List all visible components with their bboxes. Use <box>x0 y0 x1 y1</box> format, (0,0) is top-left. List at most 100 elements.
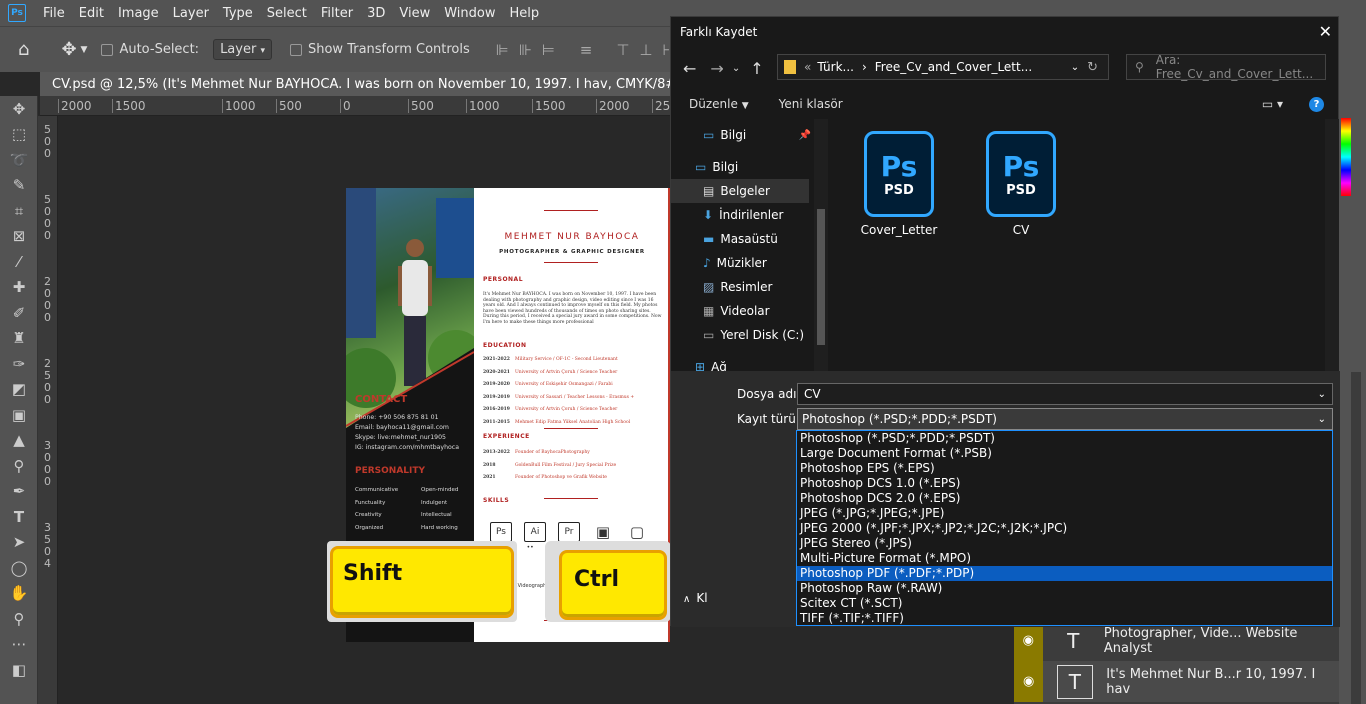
nav-item-desktop[interactable]: ▬ Masaüstü <box>671 227 811 251</box>
layer-select-dropdown[interactable]: Layer ▾ <box>213 39 272 60</box>
history-brush-icon[interactable]: ✑ <box>0 351 38 377</box>
pen-tool-icon[interactable]: ✒ <box>0 479 38 505</box>
menu-view[interactable]: View <box>392 6 437 21</box>
layer-row[interactable]: ◉ T It's Mehmet Nur B...r 10, 1997. I ha… <box>1014 661 1339 702</box>
healing-tool-icon[interactable]: ✚ <box>0 275 38 301</box>
vertical-ruler: 500 5000 2000 2500 3000 3504 <box>38 116 58 704</box>
menu-select[interactable]: Select <box>260 6 314 21</box>
layers-scrollbar[interactable] <box>1351 372 1361 704</box>
type-tool-icon[interactable]: T <box>0 504 38 530</box>
nav-item-videos[interactable]: ▦ Videolar <box>671 299 811 323</box>
menu-type[interactable]: Type <box>216 6 260 21</box>
menu-edit[interactable]: Edit <box>72 6 111 21</box>
menu-window[interactable]: Window <box>437 6 502 21</box>
filename-input[interactable]: CV ⌄ <box>797 383 1333 405</box>
align-icons[interactable]: ⊫⊪⊨ ≡ <box>496 41 603 59</box>
filetype-option[interactable]: Photoshop DCS 2.0 (*.EPS) <box>797 491 1332 506</box>
shape-tool-icon[interactable]: ◯ <box>0 555 38 581</box>
color-swatches-icon[interactable]: ◧ <box>0 657 38 683</box>
dialog-title: Farklı Kaydet <box>680 25 758 39</box>
brush-tool-icon[interactable]: ✐ <box>0 300 38 326</box>
chevron-down-icon[interactable]: ⌄ <box>1071 62 1079 73</box>
move-tool-icon[interactable]: ✥ <box>0 96 38 122</box>
view-options-icon[interactable]: ▭ ▾ <box>1262 97 1283 111</box>
forward-arrow-icon[interactable]: → <box>710 59 723 78</box>
menu-file[interactable]: File <box>36 6 72 21</box>
ctrl-key: Ctrl <box>559 550 667 620</box>
filetype-option[interactable]: Photoshop Raw (*.RAW) <box>797 581 1332 596</box>
nav-item-documents[interactable]: ▤ Belgeler <box>671 179 809 203</box>
document-tab[interactable]: CV.psd @ 12,5% (It's Mehmet Nur BAYHOCA.… <box>40 72 713 96</box>
nav-item-local-disk[interactable]: ▭ Yerel Disk (C:) <box>671 323 811 347</box>
auto-select-checkbox[interactable]: Auto-Select: <box>101 42 199 57</box>
hand-tool-icon[interactable]: ✋ <box>0 581 38 607</box>
organize-button[interactable]: Düzenle ▼ <box>689 97 749 111</box>
eraser-tool-icon[interactable]: ◩ <box>0 377 38 403</box>
computer-icon: ▭ <box>695 160 707 174</box>
lasso-tool-icon[interactable]: ➰ <box>0 147 38 173</box>
file-item[interactable]: Ps PSD CV <box>981 131 1061 237</box>
frame-tool-icon[interactable]: ⊠ <box>0 224 38 250</box>
filetype-option[interactable]: Large Document Format (*.PSB) <box>797 446 1332 461</box>
menu-3d[interactable]: 3D <box>360 6 392 21</box>
filetype-option[interactable]: Photoshop EPS (*.EPS) <box>797 461 1332 476</box>
move-tool-icon[interactable]: ✥ <box>61 39 76 60</box>
breadcrumb-overflow[interactable]: « <box>804 60 811 74</box>
filetype-option[interactable]: Photoshop DCS 1.0 (*.EPS) <box>797 476 1332 491</box>
filetype-option[interactable]: JPEG (*.JPG;*.JPEG;*.JPE) <box>797 506 1332 521</box>
refresh-icon[interactable]: ↻ <box>1087 60 1098 75</box>
nav-item-bilgi[interactable]: ▭ Bilgi <box>671 155 811 179</box>
filetype-option[interactable]: Scitex CT (*.SCT) <box>797 596 1332 611</box>
quick-select-tool-icon[interactable]: ✎ <box>0 173 38 199</box>
marquee-tool-icon[interactable]: ⬚ <box>0 122 38 148</box>
nav-item-downloads[interactable]: ⬇ İndirilenler <box>671 203 811 227</box>
new-folder-button[interactable]: Yeni klasör <box>779 97 843 111</box>
nav-scrollbar[interactable] <box>814 119 828 371</box>
layer-name: It's Mehmet Nur B...r 10, 1997. I hav <box>1106 666 1316 697</box>
back-arrow-icon[interactable]: ← <box>683 59 696 78</box>
more-tools-icon[interactable]: ⋯ <box>0 632 38 658</box>
breadcrumb-item[interactable]: Türk... <box>817 60 854 74</box>
nav-item-bilgi-pinned[interactable]: ▭ Bilgi 📌 <box>671 123 811 147</box>
menu-help[interactable]: Help <box>503 6 547 21</box>
nav-item-music[interactable]: ♪ Müzikler <box>671 251 811 275</box>
zoom-tool-icon[interactable]: ⚲ <box>0 606 38 632</box>
color-spectrum[interactable] <box>1341 118 1351 196</box>
menu-layer[interactable]: Layer <box>166 6 216 21</box>
chevron-down-icon[interactable]: ▼ <box>81 45 88 55</box>
show-transform-checkbox[interactable]: Show Transform Controls <box>289 42 470 57</box>
filetype-option[interactable]: TIFF (*.TIF;*.TIFF) <box>797 611 1332 626</box>
filetype-option[interactable]: JPEG Stereo (*.JPS) <box>797 536 1332 551</box>
dodge-tool-icon[interactable]: ⚲ <box>0 453 38 479</box>
filetype-option[interactable]: JPEG 2000 (*.JPF;*.JPX;*.JP2;*.J2C;*.J2K… <box>797 521 1332 536</box>
crop-tool-icon[interactable]: ⌗ <box>0 198 38 224</box>
close-icon[interactable]: ✕ <box>1319 22 1332 41</box>
search-input[interactable]: ⚲ Ara: Free_Cv_and_Cover_Lett... <box>1126 53 1326 81</box>
gradient-tool-icon[interactable]: ▣ <box>0 402 38 428</box>
home-icon[interactable]: ⌂ <box>18 39 29 60</box>
ruler-tick: 1500 <box>532 99 566 113</box>
nav-item-pictures[interactable]: ▨ Resimler <box>671 275 811 299</box>
filetype-option[interactable]: Photoshop (*.PSD;*.PDD;*.PSDT) <box>797 431 1332 446</box>
files-scrollbar[interactable] <box>1325 119 1339 371</box>
pictures-icon: ▨ <box>703 280 715 294</box>
eyedropper-tool-icon[interactable]: ⁄ <box>0 249 38 275</box>
chevron-down-icon[interactable]: ⌄ <box>732 63 740 74</box>
address-bar[interactable]: « Türk... › Free_Cv_and_Cover_Lett... ⌄ … <box>777 54 1109 80</box>
blur-tool-icon[interactable]: ▲ <box>0 428 38 454</box>
filetype-option[interactable]: Multi-Picture Format (*.MPO) <box>797 551 1332 566</box>
menu-filter[interactable]: Filter <box>314 6 360 21</box>
filetype-select[interactable]: Photoshop (*.PSD;*.PDD;*.PSDT) ⌄ <box>797 408 1333 430</box>
help-icon[interactable]: ? <box>1309 96 1324 112</box>
camera-skill-icon: ▣ <box>595 523 611 541</box>
up-arrow-icon[interactable]: ↑ <box>750 59 763 78</box>
file-item[interactable]: Ps PSD Cover_Letter <box>859 131 939 237</box>
menu-image[interactable]: Image <box>111 6 166 21</box>
filetype-option-selected[interactable]: Photoshop PDF (*.PDF;*.PDP) <box>797 566 1332 581</box>
hide-folders-button[interactable]: ∧ Kl <box>683 591 708 605</box>
stamp-tool-icon[interactable]: ♜ <box>0 326 38 352</box>
contact-phone: Phone: +90 506 875 81 01 <box>355 414 439 421</box>
breadcrumb-item[interactable]: Free_Cv_and_Cover_Lett... <box>875 60 1032 74</box>
path-select-icon[interactable]: ➤ <box>0 530 38 556</box>
eye-icon[interactable]: ◉ <box>1014 661 1044 702</box>
